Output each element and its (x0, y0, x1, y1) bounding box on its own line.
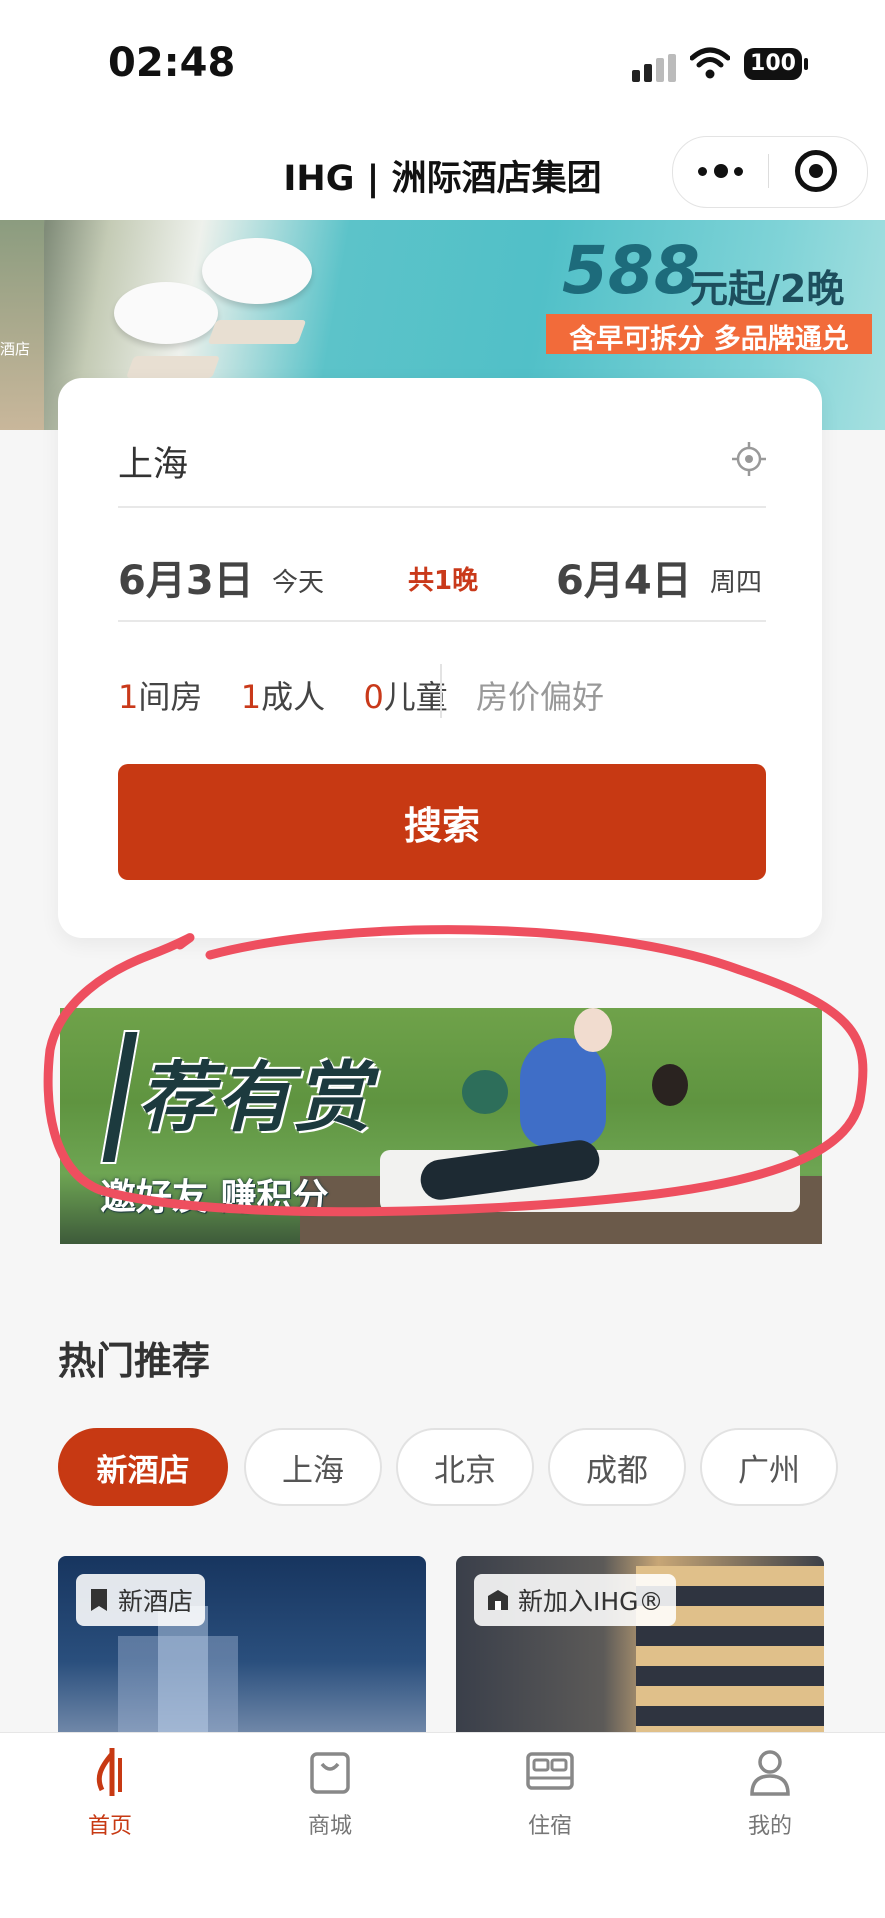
search-button[interactable]: 搜索 (118, 764, 766, 880)
book-icon (91, 1589, 107, 1611)
hotel-card[interactable]: 新加入IHG® (456, 1556, 824, 1732)
hero-prev-slide (0, 220, 44, 430)
guests-selector[interactable]: 1间房 1成人 0儿童 (118, 672, 448, 718)
checkin-date[interactable]: 6月3日 (118, 548, 254, 606)
wifi-icon (690, 47, 730, 79)
section-title: 热门推荐 (58, 1339, 211, 1383)
price-preference[interactable]: 房价偏好 (476, 672, 604, 718)
hotel-tag-label: 新酒店 (118, 1587, 194, 1616)
locate-icon[interactable] (732, 442, 766, 476)
city-chips: 新酒店 上海 北京 成都 广州 (58, 1428, 838, 1510)
chip-shanghai[interactable]: 上海 (244, 1428, 382, 1506)
lounger-image (207, 320, 307, 344)
chip-chengdu[interactable]: 成都 (548, 1428, 686, 1506)
tab-mall[interactable]: 商城 (270, 1744, 390, 1840)
close-miniprogram-icon[interactable] (795, 150, 837, 192)
shopping-bag-icon (310, 1752, 350, 1794)
tab-label: 我的 (747, 1814, 792, 1839)
umbrella-image (202, 238, 312, 304)
hotel-tag: 新加入IHG® (474, 1574, 676, 1626)
divider (118, 620, 766, 622)
hotel-card[interactable]: 新酒店 (58, 1556, 426, 1732)
chip-guangzhou[interactable]: 广州 (700, 1428, 838, 1506)
person-icon (750, 1750, 790, 1796)
chip-new-hotel[interactable]: 新酒店 (58, 1428, 228, 1506)
lounger-image (125, 356, 221, 378)
rooms-unit: 间房 (138, 678, 203, 716)
children-unit: 儿童 (383, 678, 448, 716)
battery-icon: 100 (744, 48, 802, 80)
annotation-scribble (43, 925, 868, 1217)
nights-count: 共1晚 (408, 566, 479, 596)
ihg-logo-icon (96, 1748, 122, 1796)
rooms-count: 1 (118, 678, 139, 716)
checkout-date[interactable]: 6月4日 (556, 548, 692, 606)
hotel-tag-label: 新加入IHG® (518, 1587, 664, 1616)
checkin-label: 今天 (272, 568, 325, 598)
divider (440, 664, 442, 718)
tab-label: 首页 (87, 1814, 132, 1839)
battery-tip (804, 58, 808, 70)
hero-price: 588 (562, 232, 700, 309)
hero-prev-text: 酒店 (0, 340, 31, 358)
hero-price-suffix: 元起/2晚 (690, 267, 845, 311)
tab-stay[interactable]: 住宿 (490, 1744, 610, 1840)
adults-unit: 成人 (261, 678, 326, 716)
tab-label: 住宿 (527, 1814, 572, 1839)
city-selector[interactable]: 上海 (118, 436, 188, 487)
capsule-divider (768, 154, 769, 188)
adults-count: 1 (240, 678, 262, 716)
building-icon (488, 1590, 508, 1610)
tab-me[interactable]: 我的 (710, 1744, 830, 1840)
children-count: 0 (363, 678, 384, 716)
checkout-label: 周四 (710, 568, 763, 598)
hotel-tag: 新酒店 (76, 1574, 206, 1626)
tab-home[interactable]: 首页 (50, 1744, 170, 1840)
tab-label: 商城 (307, 1814, 352, 1839)
signal-icon (632, 54, 676, 82)
status-time: 02:48 (108, 40, 236, 86)
divider (118, 506, 766, 508)
more-dots-icon[interactable] (698, 157, 744, 185)
bed-icon (526, 1752, 574, 1790)
hero-strip-text: 含早可拆分 多品牌通兑 (569, 324, 849, 355)
umbrella-image (114, 282, 218, 344)
chip-beijing[interactable]: 北京 (396, 1428, 534, 1506)
